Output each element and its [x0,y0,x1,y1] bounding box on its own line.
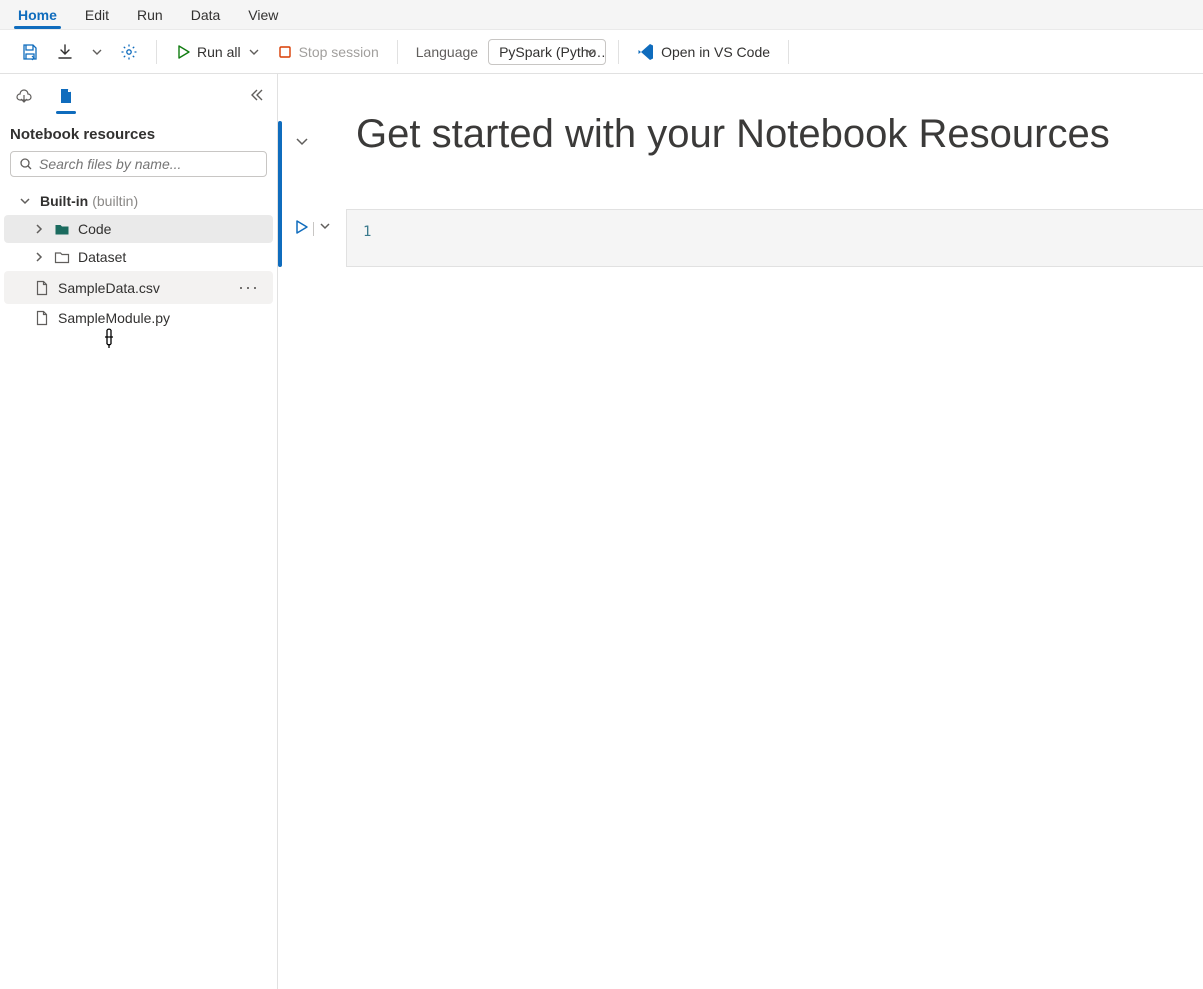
toolbar-divider [397,40,398,64]
tree-folder-code[interactable]: Code [4,215,273,243]
collapse-sidebar-button[interactable] [249,87,265,106]
file-more-button[interactable]: ··· [232,277,265,298]
sidebar-tab-resources[interactable] [54,84,78,108]
menu-data[interactable]: Data [177,2,235,28]
chevron-right-icon [32,250,46,264]
save-icon [20,42,40,62]
play-icon [293,219,309,235]
cloud-icon [15,87,33,105]
code-cell[interactable]: 1 [278,209,1203,267]
tree-root-label: Built-in(builtin) [40,193,138,209]
tree-file-samplemodule-label: SampleModule.py [58,310,170,326]
tree-folder-dataset[interactable]: Dataset [4,243,273,271]
chevron-down-icon [90,45,104,59]
file-icon [57,87,75,105]
tree-folder-code-label: Code [78,221,111,237]
menu-view[interactable]: View [234,2,292,28]
settings-button[interactable] [114,39,144,65]
toolbar-divider [618,40,619,64]
vscode-icon [637,43,655,61]
line-number: 1 [363,224,371,240]
stop-session-label: Stop session [299,44,379,60]
menu-run[interactable]: Run [123,2,177,28]
chevron-down-icon [247,45,261,59]
tree-file-sampledata[interactable]: SampleData.csv ··· [4,271,273,304]
tree-folder-dataset-label: Dataset [78,249,126,265]
run-all-label: Run all [197,44,241,60]
tree-file-samplemodule[interactable]: SampleModule.py [4,304,273,332]
toolbar: Run all Stop session Language PySpark (P… [0,30,1203,74]
open-vscode-button[interactable]: Open in VS Code [631,39,776,65]
stop-session-button[interactable]: Stop session [271,40,385,64]
menu-home[interactable]: Home [4,2,71,28]
download-dropdown[interactable] [84,41,110,63]
cell-gutter [278,209,346,238]
gutter-divider [313,222,314,236]
language-label: Language [410,44,484,60]
double-chevron-left-icon [249,87,265,103]
search-icon [19,157,33,171]
save-button[interactable] [14,38,46,66]
menu-bar: Home Edit Run Data View [0,0,1203,30]
chevron-down-icon [18,194,32,208]
chevron-right-icon [32,222,46,236]
run-all-button[interactable]: Run all [169,40,267,64]
file-icon [34,310,50,326]
tree-file-sampledata-label: SampleData.csv [58,280,160,296]
download-button[interactable] [50,39,80,65]
notebook-title: Get started with your Notebook Resources [278,74,1203,181]
notebook-content: Get started with your Notebook Resources… [278,74,1203,989]
main-area: Notebook resources Built-in(builtin) [0,74,1203,989]
tree-root-builtin[interactable]: Built-in(builtin) [4,187,273,215]
settings-icon [120,43,138,61]
chevron-down-icon [318,219,332,233]
collapse-cell-button[interactable] [294,134,310,153]
active-cell-marker [278,121,282,267]
run-cell-button[interactable] [293,219,309,238]
search-input[interactable] [39,156,258,172]
folder-icon [54,221,70,237]
code-editor[interactable]: 1 [346,209,1203,267]
sidebar: Notebook resources Built-in(builtin) [0,74,278,989]
search-box[interactable] [10,151,267,177]
toolbar-divider [788,40,789,64]
chevron-down-icon [294,134,310,150]
folder-open-icon [54,249,70,265]
menu-edit[interactable]: Edit [71,2,123,28]
sidebar-tabs [0,74,277,112]
open-vscode-label: Open in VS Code [661,44,770,60]
file-icon [34,280,50,296]
stop-icon [277,44,293,60]
language-select[interactable]: PySpark (Pytho… [488,39,606,65]
sidebar-title: Notebook resources [0,112,277,151]
download-icon [56,43,74,61]
sidebar-tab-lakehouse[interactable] [12,84,36,108]
resource-tree: Built-in(builtin) Code Datase [0,187,277,332]
run-cell-dropdown[interactable] [318,219,332,236]
play-icon [175,44,191,60]
toolbar-divider [156,40,157,64]
